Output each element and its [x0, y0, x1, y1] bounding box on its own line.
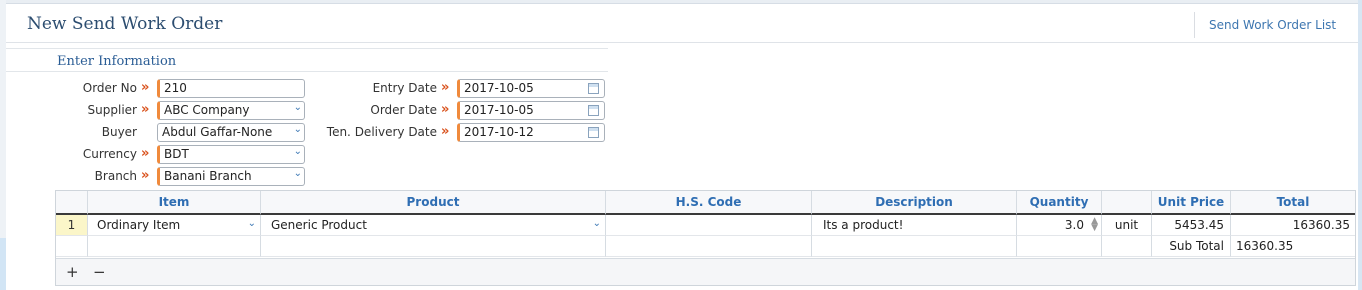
unit-cell: unit [1102, 215, 1152, 236]
calendar-icon[interactable] [588, 105, 599, 116]
branch-select[interactable]: Banani Branch ⌄ [157, 167, 305, 186]
unit-price-cell[interactable]: 5453.45 [1152, 215, 1231, 236]
quantity-stepper[interactable]: 3.0 ▲ ▼ [1017, 215, 1102, 236]
buyer-select[interactable]: Abdul Gaffar-None ⌄ [157, 123, 305, 142]
required-marker-icon: » [441, 80, 450, 95]
required-marker-icon: » [441, 102, 450, 117]
summary-empty-cell [1102, 236, 1152, 257]
required-marker-icon: » [141, 102, 150, 117]
summary-empty-cell [261, 236, 606, 257]
dropdown-arrow-icon[interactable]: ⌄ [294, 124, 302, 135]
grid-header-hs-code[interactable]: H.S. Code [606, 191, 812, 215]
add-row-button[interactable]: + [66, 263, 79, 281]
order-items-grid: Item Product H.S. Code Description Quant… [55, 190, 1356, 286]
subtotal-label: Sub Total [1152, 236, 1231, 257]
order-date-input[interactable]: 2017-10-05 [457, 101, 605, 120]
summary-empty-cell [812, 236, 1017, 257]
currency-select[interactable]: BDT ⌄ [157, 145, 305, 164]
buyer-value: Abdul Gaffar-None [162, 125, 273, 139]
summary-empty-cell [606, 236, 812, 257]
currency-value: BDT [164, 147, 189, 161]
grid-header-quantity[interactable]: Quantity [1017, 191, 1102, 215]
work-order-panel: New Send Work Order Send Work Order List… [6, 4, 1358, 290]
branch-label: Branch [94, 169, 137, 183]
item-cell[interactable]: Ordinary Item ⌄ [88, 215, 261, 236]
quantity-value: 3.0 [1064, 218, 1084, 232]
order-date-value: 2017-10-05 [464, 103, 534, 117]
subtotal-value: 16360.35 [1231, 236, 1355, 257]
remove-row-button[interactable]: − [93, 263, 106, 281]
delivery-date-value: 2017-10-12 [464, 125, 534, 139]
order-no-input[interactable]: 210 [157, 79, 305, 98]
page-title: New Send Work Order [27, 14, 223, 34]
grid-header-item[interactable]: Item [88, 191, 261, 215]
grid-header-product[interactable]: Product [261, 191, 606, 215]
branch-value: Banani Branch [164, 169, 252, 183]
dropdown-arrow-icon[interactable]: ⌄ [294, 146, 302, 157]
item-value: Ordinary Item [97, 218, 181, 232]
summary-rownum-cell [56, 236, 88, 257]
grid-header-unit-price[interactable]: Unit Price [1152, 191, 1231, 215]
grid-header-unit[interactable] [1102, 191, 1152, 215]
currency-label: Currency [82, 147, 137, 161]
delivery-date-input[interactable]: 2017-10-12 [457, 123, 605, 142]
grid-header-total[interactable]: Total [1231, 191, 1355, 215]
required-marker-icon: » [441, 124, 450, 139]
summary-empty-cell [1017, 236, 1102, 257]
order-no-value: 210 [164, 81, 187, 95]
calendar-icon[interactable] [588, 127, 599, 138]
dropdown-arrow-icon[interactable]: ⌄ [294, 168, 302, 179]
product-value: Generic Product [271, 218, 367, 232]
dropdown-arrow-icon[interactable]: ⌄ [593, 215, 601, 234]
page-header: New Send Work Order Send Work Order List [6, 4, 1358, 43]
row-number: 1 [56, 215, 88, 236]
delivery-date-label: Ten. Delivery Date [326, 125, 437, 139]
scrollbar-track[interactable] [1358, 0, 1362, 290]
required-marker-icon: » [141, 168, 150, 183]
entry-date-value: 2017-10-05 [464, 81, 534, 95]
hs-code-cell[interactable] [606, 215, 812, 236]
summary-empty-cell [88, 236, 261, 257]
grid-header-description[interactable]: Description [812, 191, 1017, 215]
dropdown-arrow-icon[interactable]: ⌄ [294, 102, 302, 113]
entry-date-input[interactable]: 2017-10-05 [457, 79, 605, 98]
header-divider [1194, 12, 1195, 38]
total-cell: 16360.35 [1231, 215, 1355, 236]
spinner-icon[interactable]: ▲ ▼ [1091, 217, 1098, 233]
required-marker-icon: » [141, 80, 150, 95]
product-cell[interactable]: Generic Product ⌄ [261, 215, 606, 236]
section-title: Enter Information [57, 54, 177, 69]
entry-date-label: Entry Date [372, 81, 437, 95]
supplier-select[interactable]: ABC Company ⌄ [157, 101, 305, 120]
order-date-label: Order Date [370, 103, 437, 117]
grid-toolbar: + − [56, 258, 1355, 285]
supplier-label: Supplier [87, 103, 137, 117]
description-cell[interactable]: Its a product! [812, 215, 1017, 236]
send-work-order-list-link[interactable]: Send Work Order List [1209, 18, 1336, 32]
supplier-value: ABC Company [164, 103, 250, 117]
grid-header-rownum [56, 191, 88, 215]
section-rule [6, 71, 608, 72]
section-top-rule [6, 48, 608, 49]
dropdown-arrow-icon[interactable]: ⌄ [248, 215, 256, 234]
buyer-label: Buyer [101, 125, 137, 139]
calendar-icon[interactable] [588, 83, 599, 94]
order-no-label: Order No [82, 81, 137, 95]
required-marker-icon: » [141, 146, 150, 161]
